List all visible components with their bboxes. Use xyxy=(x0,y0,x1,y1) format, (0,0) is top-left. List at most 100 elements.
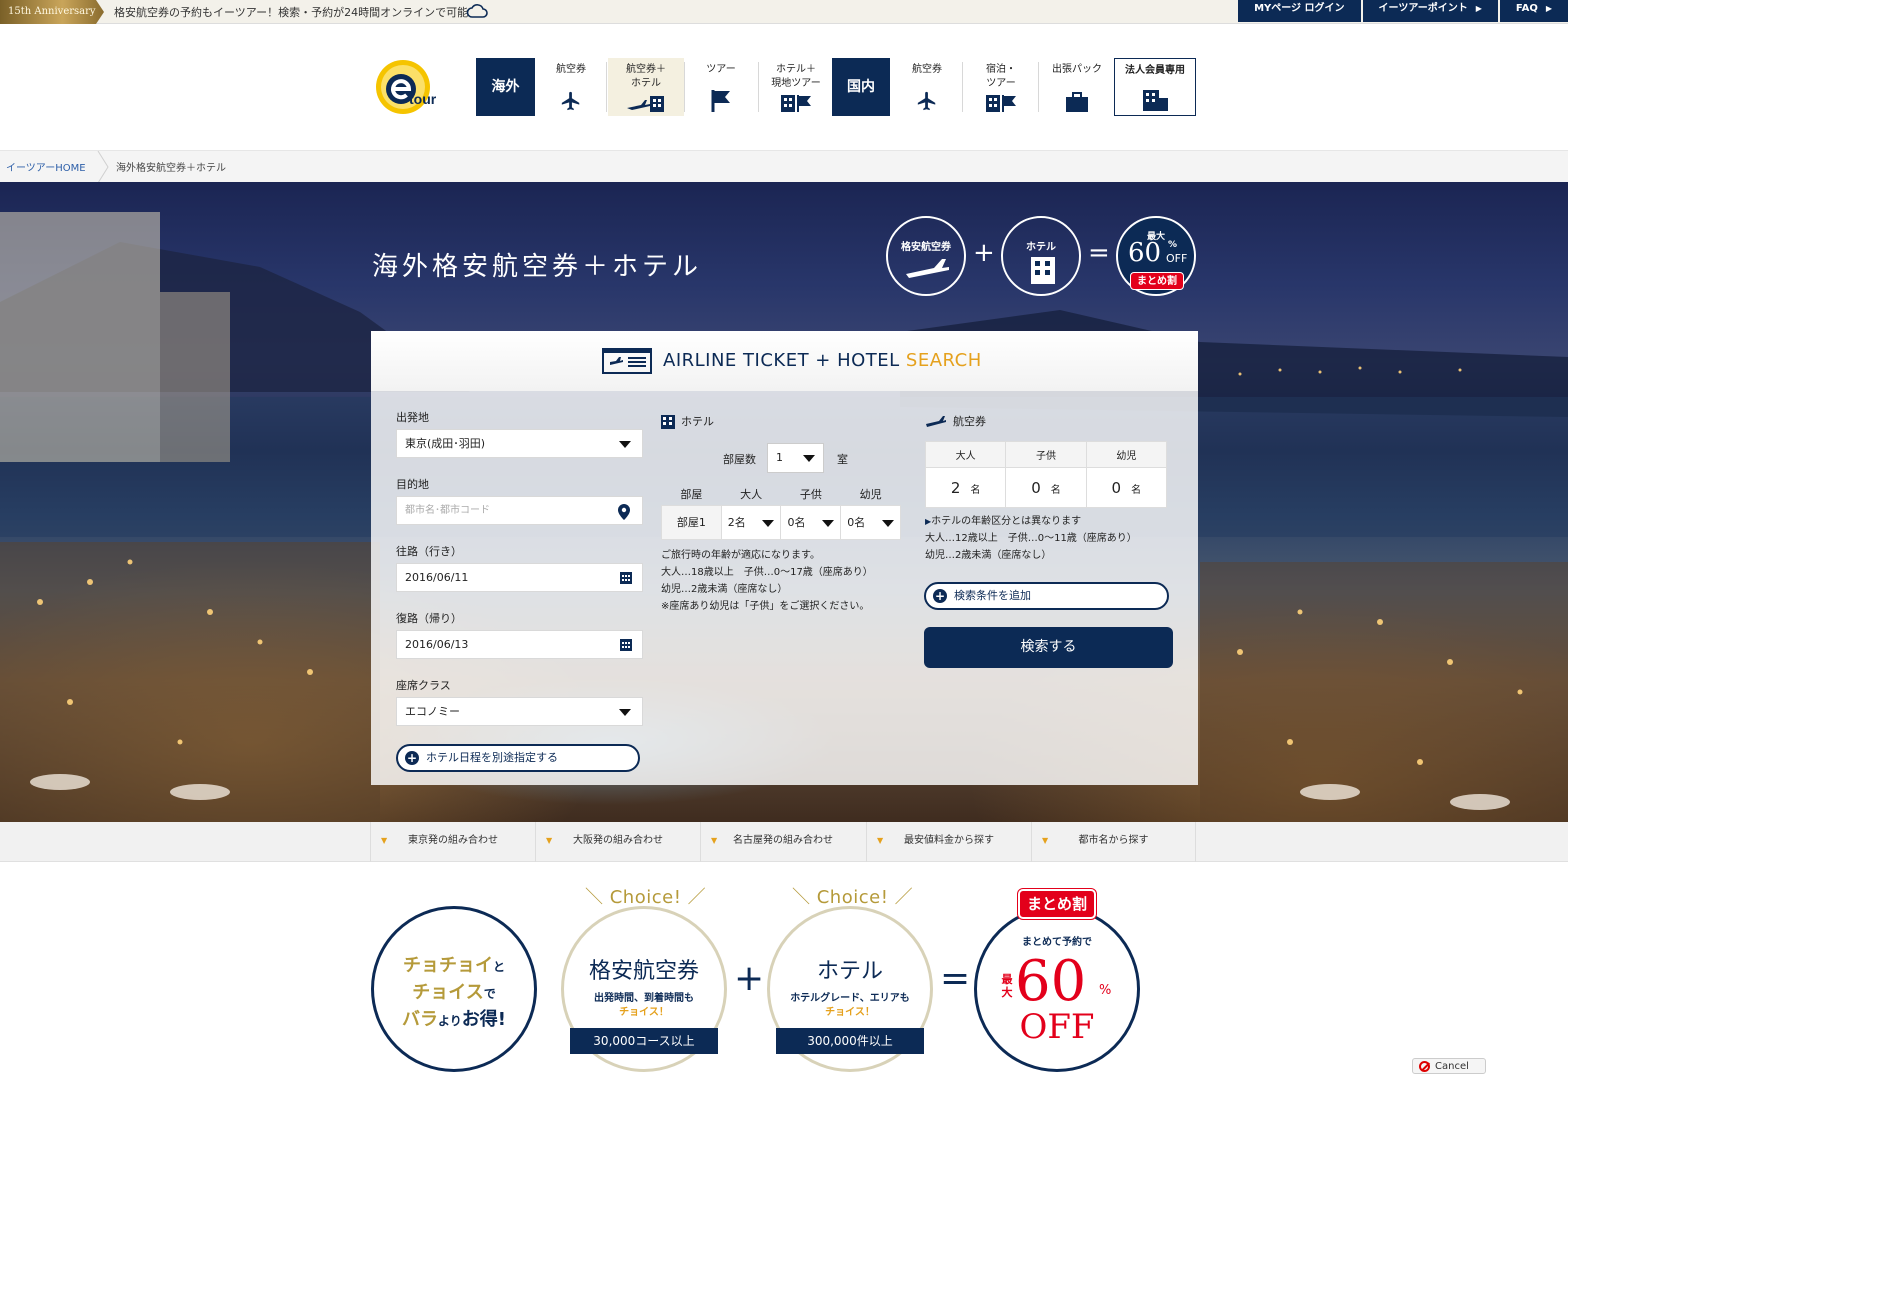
hotel-icon xyxy=(661,415,675,429)
ticket-icon xyxy=(602,348,652,374)
sub-nav: ▼ 東京発の組み合わせ ▼ 大阪発の組み合わせ ▼ 名古屋発の組み合わせ ▼ 最安値料金… xyxy=(0,822,1568,862)
etour-point-link[interactable]: イーツアーポイント ▶ xyxy=(1362,0,1498,22)
hotel-icon xyxy=(1031,257,1055,284)
subnav-nagoya[interactable]: ▼ 名古屋発の組み合わせ xyxy=(700,822,865,862)
chevron-down-icon xyxy=(803,455,815,462)
search-button[interactable]: 検索する xyxy=(924,627,1173,668)
subnav-cheapest[interactable]: ▼ 最安値料金から探す xyxy=(866,822,1031,862)
search-panel-title: AIRLINE TICKET + HOTEL SEARCH xyxy=(663,350,982,371)
hotel-count-badge: 300,000件以上 xyxy=(776,1028,924,1054)
seat-class-select[interactable]: エコノミー xyxy=(396,697,643,726)
top-message: 格安航空券の予約もイーツアー！検索・予約が24時間オンラインで可能 xyxy=(114,6,469,19)
nav-domestic-air[interactable]: 航空券 xyxy=(896,58,958,116)
nav-hotel-localtour[interactable]: ホテル＋ 現地ツアー xyxy=(760,58,832,116)
plus-circle-icon: + xyxy=(405,751,419,765)
promo-circle-discount: まとめて予約で 最大 60 % OFF xyxy=(974,906,1140,1072)
hotel-age-notes: ご旅行時の年齢が適応になります。 大人…18歳以上 子供…0～17歳（座席あり）幼… xyxy=(661,550,873,612)
chevron-down-icon xyxy=(822,519,835,527)
cancel-button[interactable]: Cancel xyxy=(1412,1058,1486,1074)
airplane-icon xyxy=(906,259,949,278)
breadcrumb-home-link[interactable]: イーツアーHOME xyxy=(6,159,86,174)
anniversary-badge: 15th Anniversary xyxy=(0,0,104,24)
search-panel-header: AIRLINE TICKET + HOTEL SEARCH xyxy=(371,331,1198,391)
hotel-date-button[interactable]: + ホテル日程を別途指定する xyxy=(396,744,640,772)
plus-sign: + xyxy=(734,958,765,999)
plus-sign: + xyxy=(973,238,995,268)
faq-link[interactable]: FAQ ▶ xyxy=(1499,0,1568,22)
adults-select[interactable]: 2名 xyxy=(720,504,782,540)
matome-discount-tag: まとめ割 xyxy=(1130,272,1184,290)
cloud-icon xyxy=(466,4,488,18)
triangle-down-icon: ▼ xyxy=(1042,836,1049,845)
hotel-flag-icon xyxy=(781,95,811,112)
room-name: 部屋1 xyxy=(661,504,722,540)
room-table: 部屋 大人 子供 幼児 部屋1 2名 0名 0名 xyxy=(661,483,901,540)
mypage-login-link[interactable]: MYページ ログイン xyxy=(1238,0,1361,22)
etour-logo[interactable]: tour xyxy=(375,58,445,120)
discount-circle: 最大 60 % OFF まとめ割 xyxy=(1116,216,1196,296)
airplane-icon xyxy=(917,91,936,111)
destination-label: 目的地 xyxy=(396,478,429,491)
subnav-osaka[interactable]: ▼ 大阪発の組み合わせ xyxy=(535,822,700,862)
airplane-icon xyxy=(926,416,946,427)
breadcrumb-separator-icon xyxy=(97,151,109,183)
infants-select[interactable]: 0名 xyxy=(840,504,901,540)
airline-count-badge: 30,000コース以上 xyxy=(570,1028,718,1054)
nav-overseas-air-hotel[interactable]: 航空券＋ ホテル xyxy=(608,58,684,116)
hotel-circle: ホテル xyxy=(1001,216,1081,296)
nav-overseas-tour[interactable]: ツアー xyxy=(688,58,754,116)
top-bar: 15th Anniversary 格安航空券の予約もイーツアー！検索・予約が24… xyxy=(0,0,1568,24)
nav-overseas[interactable]: 海外 xyxy=(476,58,535,116)
logo-text: tour xyxy=(409,91,437,107)
departure-label: 出発地 xyxy=(396,411,429,424)
children-select[interactable]: 0名 xyxy=(780,504,842,540)
airplane-icon xyxy=(561,91,580,111)
hero-banner: 海外格安航空券＋ホテル 格安航空券 + ホテル = 最大 60 % OFF まと… xyxy=(0,182,1568,822)
hotel-flag-icon xyxy=(986,95,1016,112)
air-children-input[interactable]: 0名 xyxy=(1005,467,1087,508)
briefcase-icon xyxy=(1066,92,1088,112)
nav-domestic-stay-tour[interactable]: 宿泊・ ツアー xyxy=(966,58,1036,116)
nav-business-pack[interactable]: 出張パック xyxy=(1042,58,1112,116)
chevron-down-icon xyxy=(882,519,894,527)
building-icon xyxy=(1143,90,1168,111)
arrow-right-icon: ▶ xyxy=(1545,4,1552,13)
outbound-date-input[interactable]: 2016/06/11 xyxy=(396,563,643,592)
add-condition-button[interactable]: + 検索条件を追加 xyxy=(924,582,1169,610)
flag-icon xyxy=(711,90,730,112)
etour-logo-mark xyxy=(376,60,430,114)
equals-sign: = xyxy=(940,958,971,999)
air-age-notes: ▶ホテルの年齢区分とは異なります 大人…12歳以上 子供…0～11歳（座席あり）幼… xyxy=(925,516,1137,561)
subnav-tokyo[interactable]: ▼ 東京発の組み合わせ xyxy=(370,822,535,862)
subnav-city[interactable]: ▼ 都市名から探す xyxy=(1031,822,1196,862)
triangle-down-icon: ▼ xyxy=(546,836,553,845)
arrow-right-icon: ▶ xyxy=(1475,4,1482,13)
plane-hotel-icon xyxy=(627,96,664,112)
plus-circle-icon: + xyxy=(933,589,947,603)
nav-domestic[interactable]: 国内 xyxy=(832,58,890,116)
calendar-icon xyxy=(620,572,632,584)
promo-circle-intro: チョチョイと チョイスで バラよりお得! xyxy=(371,906,537,1072)
breadcrumb: イーツアーHOME 海外格安航空券＋ホテル xyxy=(0,150,1568,183)
air-adults-input[interactable]: 2名 xyxy=(924,467,1007,508)
matome-discount-tag: まとめ割 xyxy=(1018,889,1096,919)
rooms-select[interactable]: 1 xyxy=(767,443,824,473)
outbound-date-label: 往路（行き） xyxy=(396,545,462,558)
return-date-input[interactable]: 2016/06/13 xyxy=(396,630,643,659)
search-panel: AIRLINE TICKET + HOTEL SEARCH 出発地 東京(成田･… xyxy=(371,331,1198,785)
nav-corporate[interactable]: 法人会員専用 xyxy=(1114,58,1196,116)
return-date-label: 復路（帰り） xyxy=(396,612,462,625)
nav-overseas-air[interactable]: 航空券 xyxy=(540,58,602,116)
rooms-label: 部屋数 xyxy=(723,453,756,466)
equals-sign: = xyxy=(1088,238,1110,268)
seat-class-label: 座席クラス xyxy=(396,679,451,692)
triangle-down-icon: ▼ xyxy=(877,836,884,845)
triangle-down-icon: ▼ xyxy=(711,836,718,845)
departure-select[interactable]: 東京(成田･羽田) xyxy=(396,429,643,458)
rooms-unit: 室 xyxy=(837,453,848,466)
cancel-icon xyxy=(1419,1061,1430,1072)
destination-input[interactable]: 都市名･都市コード xyxy=(396,496,643,525)
breadcrumb-current: 海外格安航空券＋ホテル xyxy=(116,163,226,174)
air-infants-input[interactable]: 0名 xyxy=(1085,467,1168,508)
chevron-down-icon xyxy=(619,709,631,716)
